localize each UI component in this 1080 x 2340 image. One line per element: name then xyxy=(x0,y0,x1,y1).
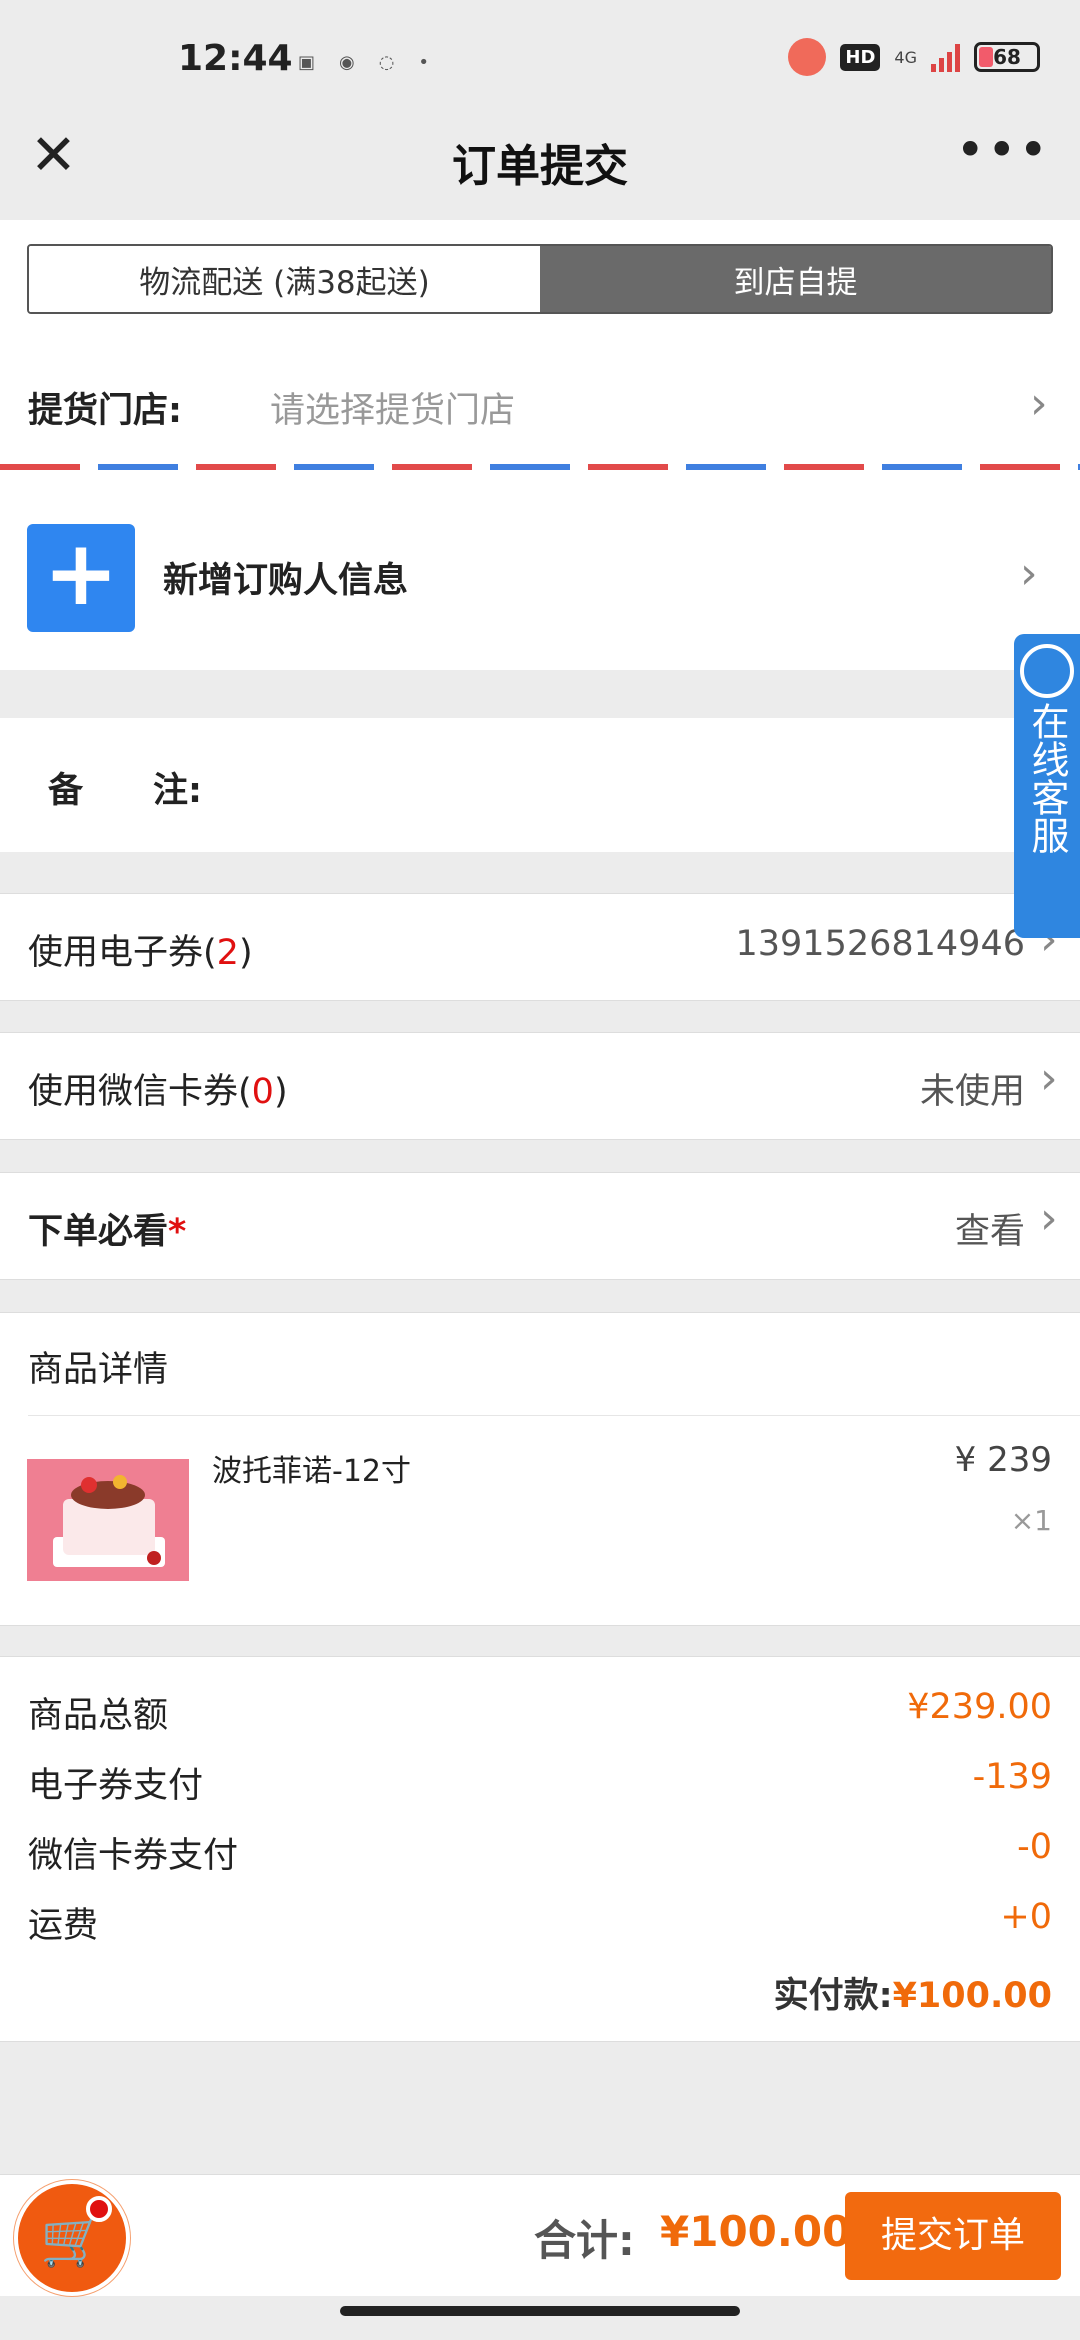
summary-label: 微信卡券支付 xyxy=(28,1836,239,1876)
add-buyer-label[interactable]: 新增订购人信息 xyxy=(163,552,408,603)
delivery-card: 物流配送 (满38起送) 到店自提 提货门店: 请选择提货门店 › + 新增订购… xyxy=(0,220,1080,670)
submit-order-button[interactable]: 提交订单 xyxy=(845,2192,1061,2280)
store-select[interactable]: 请选择提货门店 xyxy=(270,382,515,433)
cart-icon: 🛒 xyxy=(40,2210,105,2270)
network-label: 4G xyxy=(894,47,917,67)
alarm-icon xyxy=(788,38,827,76)
delivery-tabs: 物流配送 (满38起送) 到店自提 xyxy=(27,244,1053,314)
summary-label: 运费 xyxy=(28,1906,99,1946)
product-price: ¥ 239 xyxy=(954,1440,1052,1480)
store-label: 提货门店: xyxy=(28,391,182,431)
chevron-right-icon: › xyxy=(1040,1193,1058,1244)
notification-icons: ▣◉◌• xyxy=(298,52,454,73)
cart-button[interactable]: 🛒 xyxy=(14,2180,130,2296)
headset-icon xyxy=(1020,644,1074,698)
add-buyer-button[interactable]: + xyxy=(27,524,135,632)
hd-icon: HD xyxy=(840,43,881,71)
divider xyxy=(28,1415,1080,1416)
battery-icon: 68 xyxy=(974,42,1040,72)
goods-section-title: 商品详情 xyxy=(28,1350,169,1390)
online-service-button[interactable]: 在线客服 xyxy=(1014,634,1080,938)
nav-bar: ✕ 订单提交 ••• xyxy=(0,120,1080,220)
summary-label: 电子券支付 xyxy=(28,1766,204,1806)
coupon-value: 1391526814946 xyxy=(735,924,1026,964)
status-right: HD 4G 68 xyxy=(788,38,1040,76)
summary-value: ¥239.00 xyxy=(907,1687,1052,1727)
page-title: 订单提交 xyxy=(452,141,628,192)
cart-badge xyxy=(86,2196,112,2222)
total-value: ¥100.00 xyxy=(660,2207,852,2256)
home-indicator[interactable] xyxy=(340,2306,740,2316)
summary-value: +0 xyxy=(1000,1897,1052,1937)
wechat-card-label: 使用微信卡券(0) xyxy=(28,1072,288,1112)
notice-label: 下单必看* xyxy=(28,1212,187,1252)
tab-pickup[interactable]: 到店自提 xyxy=(540,246,1051,312)
tab-logistics[interactable]: 物流配送 (满38起送) xyxy=(29,246,540,312)
status-time: 12:44 xyxy=(178,38,293,79)
signal-icon xyxy=(931,42,960,72)
online-service-label: 在线客服 xyxy=(1025,702,1069,854)
more-icon[interactable]: ••• xyxy=(956,125,1050,175)
product-qty: ×1 xyxy=(1010,1504,1052,1537)
wechat-card-row[interactable]: 使用微信卡券(0) 未使用 › xyxy=(0,1032,1080,1140)
summary-label: 商品总额 xyxy=(28,1696,169,1736)
remark-label: 备 注: xyxy=(48,771,202,811)
wechat-card-value: 未使用 xyxy=(919,1072,1025,1112)
coupon-row[interactable]: 使用电子券(2) 1391526814946 › xyxy=(0,893,1080,1001)
product-name: 波托菲诺-12寸 xyxy=(212,1454,411,1489)
chevron-right-icon: › xyxy=(1020,548,1038,599)
summary-value: -0 xyxy=(1017,1827,1052,1867)
notice-row[interactable]: 下单必看* 查看 › xyxy=(0,1172,1080,1280)
coupon-label: 使用电子券(2) xyxy=(28,933,253,973)
airmail-divider xyxy=(0,464,1080,470)
paid-amount: 实付款:¥100.00 xyxy=(773,1976,1052,2016)
product-image[interactable] xyxy=(27,1459,189,1581)
chevron-right-icon: › xyxy=(1030,378,1048,429)
summary-card: 商品总额 ¥239.00 电子券支付 -139 微信卡券支付 -0 运费 +0 … xyxy=(0,1656,1080,2042)
notice-value: 查看 xyxy=(954,1212,1025,1252)
chevron-right-icon: › xyxy=(1040,1053,1058,1104)
status-bar: 12:44 ▣◉◌• HD 4G 68 xyxy=(0,0,1080,120)
summary-value: -139 xyxy=(972,1757,1052,1797)
total-label: 合计: xyxy=(534,2216,635,2265)
remark-card[interactable]: 备 注: xyxy=(0,718,1080,852)
